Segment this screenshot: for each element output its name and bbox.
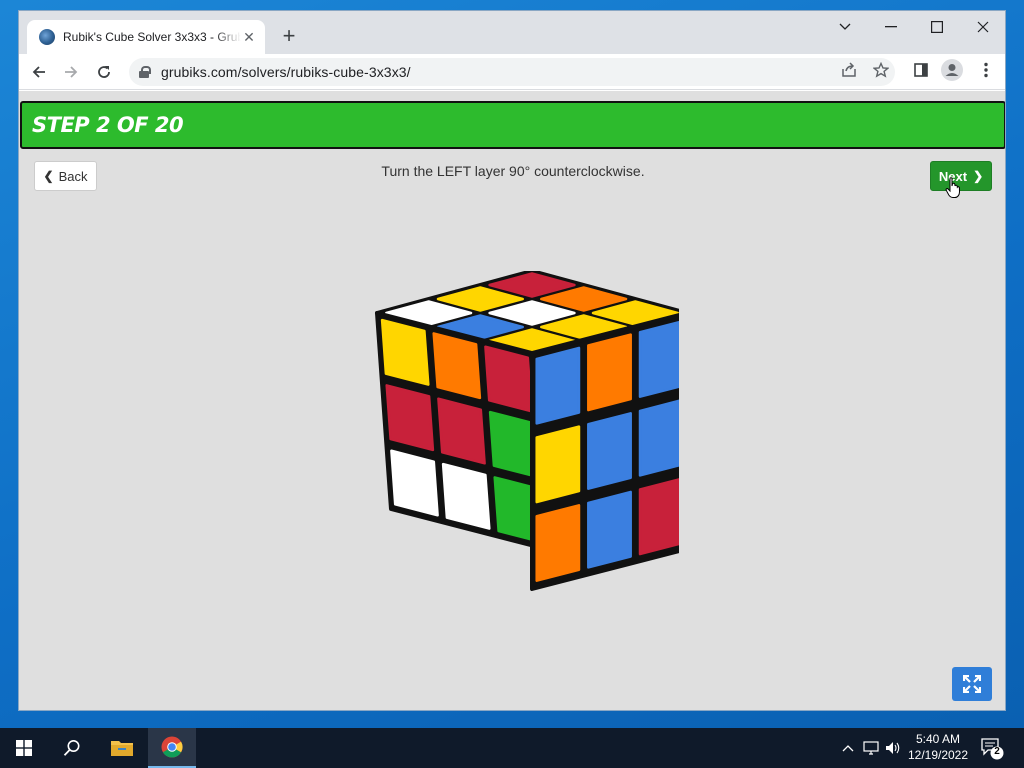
right-sticker-yellow [535,425,581,504]
bookmark-star-icon[interactable] [869,58,893,82]
address-bar[interactable]: grubiks.com/solvers/rubiks-cube-3x3x3/ [129,58,895,86]
lock-icon [139,66,151,78]
back-button[interactable]: ❮ Back [34,161,97,191]
left-sticker-orange [432,332,482,400]
url-text: grubiks.com/solvers/rubiks-cube-3x3x3/ [161,64,411,80]
right-sticker-blue [638,320,679,398]
new-tab-icon[interactable]: + [277,25,301,49]
left-sticker-red [437,397,486,465]
expand-icon [963,675,981,693]
windows-taskbar: 5:40 AM 12/19/2022 2 [0,728,1024,768]
chevron-right-icon: ❯ [973,169,984,183]
grubiks-favicon-icon [39,29,55,45]
right-sticker-blue [638,399,679,477]
tray-chevron-up-icon[interactable] [838,738,858,758]
right-sticker-blue [587,412,632,490]
close-window-icon[interactable] [960,11,1005,43]
chrome-taskbar-icon[interactable] [148,728,196,768]
left-sticker-red [484,345,533,413]
tab-strip: Rubik's Cube Solver 3x3x3 - Grubiks ✕ + [19,11,1005,54]
fullscreen-button[interactable] [952,667,992,701]
browser-toolbar: grubiks.com/solvers/rubiks-cube-3x3x3/ [19,54,1005,90]
clock-date: 12/19/2022 [907,748,969,762]
menu-kebab-icon[interactable] [974,58,998,82]
taskbar-clock[interactable]: 5:40 AM 12/19/2022 [900,731,976,763]
profile-avatar-icon[interactable] [940,58,964,82]
left-sticker-white [390,449,439,517]
step-label: Step 2 of 20 [32,113,184,137]
tab-search-icon[interactable] [822,11,868,43]
share-icon[interactable] [837,58,861,82]
action-center-icon[interactable]: 2 [980,736,1004,760]
right-sticker-orange [535,504,581,582]
file-explorer-icon[interactable] [98,728,146,768]
page-content: Step 2 of 20 ❮ Back Turn the LEFT layer … [19,91,1005,710]
browser-window: Rubik's Cube Solver 3x3x3 - Grubiks ✕ + … [18,10,1006,711]
clock-time: 5:40 AM [915,732,961,746]
browser-tab[interactable]: Rubik's Cube Solver 3x3x3 - Grubiks ✕ [27,20,265,54]
reload-icon[interactable] [90,58,118,86]
side-panel-icon[interactable] [909,58,933,82]
tab-close-icon[interactable]: ✕ [241,29,257,46]
step-banner: Step 2 of 20 [20,101,1005,149]
minimize-icon[interactable] [868,11,914,43]
left-sticker-green [488,410,538,478]
left-sticker-yellow [380,318,430,386]
start-windows-icon[interactable] [0,728,48,768]
right-sticker-blue [587,490,632,569]
next-button[interactable]: Next ❯ [930,161,992,191]
move-instruction: Turn the LEFT layer 90° counterclockwise… [381,163,645,179]
search-icon[interactable] [48,728,96,768]
back-arrow-icon[interactable] [25,58,53,86]
notification-count: 2 [994,746,1000,757]
right-sticker-red [638,478,679,556]
chevron-left-icon: ❮ [43,169,54,183]
forward-arrow-icon[interactable] [57,58,85,86]
tab-title: Rubik's Cube Solver 3x3x3 - Grubiks [63,30,241,44]
left-sticker-white [441,462,491,530]
hand-pointer-cursor-icon [945,177,961,198]
rubiks-cube-3d[interactable] [349,271,679,601]
right-sticker-blue [535,346,581,425]
left-sticker-red [385,384,435,452]
back-button-label: Back [58,168,88,184]
maximize-icon[interactable] [914,11,960,43]
network-icon[interactable] [861,738,881,758]
right-sticker-orange [587,333,632,412]
